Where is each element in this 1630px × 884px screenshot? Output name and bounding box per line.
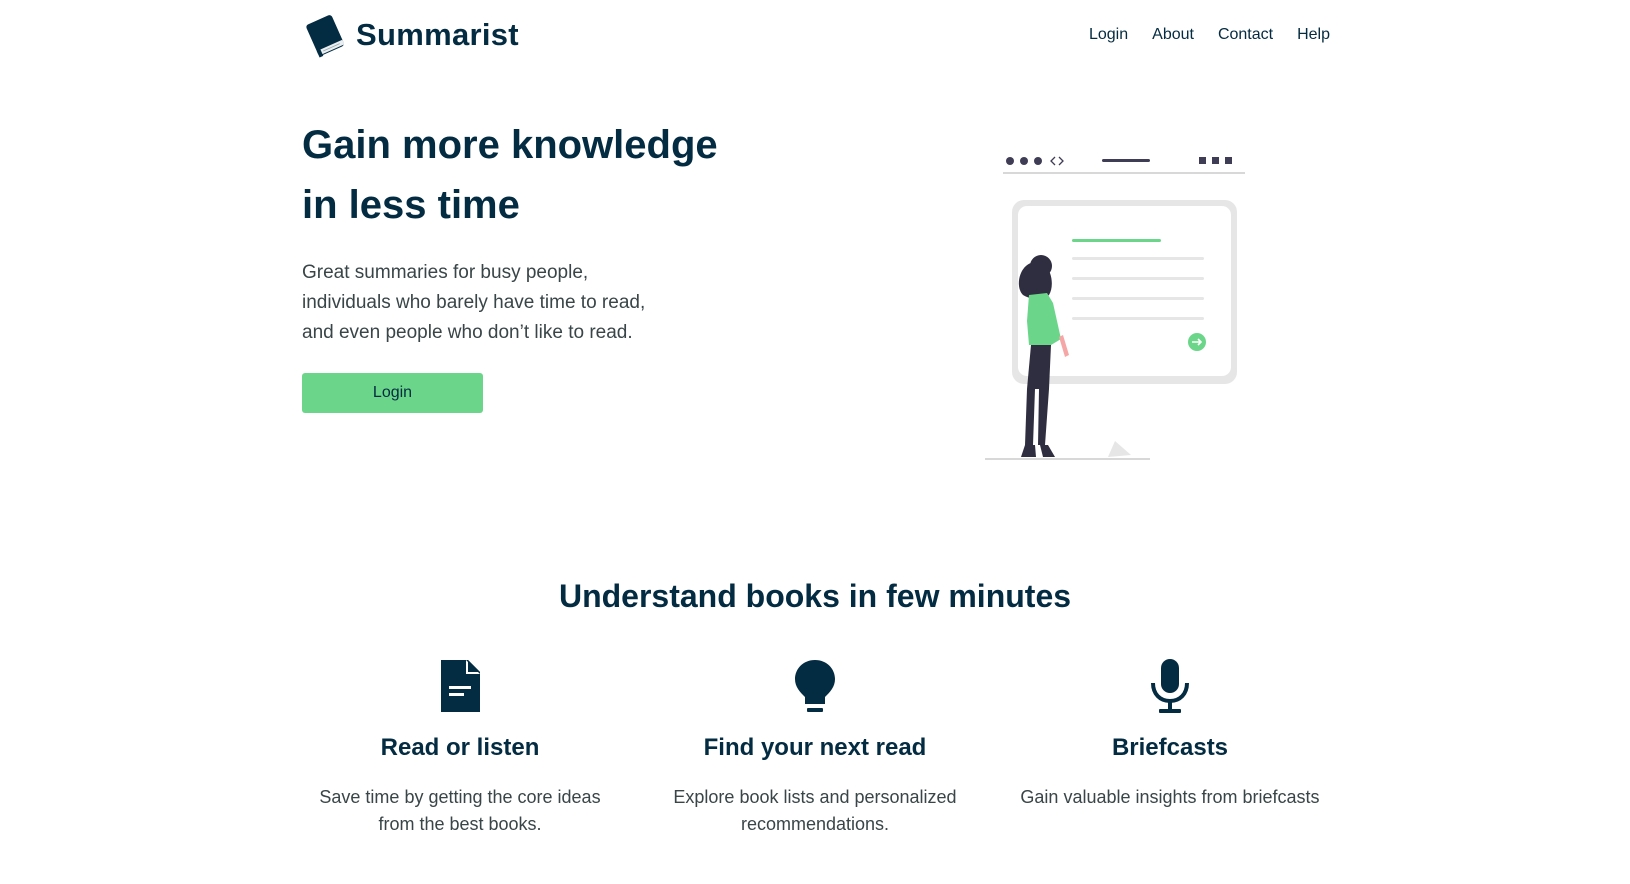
nav-help-link[interactable]: Help	[1297, 26, 1330, 44]
feature-find-next-read: Find your next read Explore book lists a…	[655, 656, 975, 838]
book-logo-icon	[306, 15, 345, 58]
document-icon	[441, 660, 480, 712]
logo[interactable]: Summarist	[302, 12, 519, 58]
microphone-icon	[1151, 659, 1189, 713]
lightbulb-icon	[795, 660, 835, 712]
hero-title-line-1: Gain more knowledge	[302, 123, 718, 167]
hero-title-line-2: in less time	[302, 183, 520, 227]
feature-description-line-1: Explore book lists and personalized	[673, 787, 957, 807]
feature-description: Save time by getting the core ideas from…	[300, 784, 620, 838]
nav-links: Login About Contact Help	[1089, 26, 1330, 44]
feature-description: Gain valuable insights from briefcasts	[1010, 784, 1330, 811]
hero-login-button[interactable]: Login	[302, 373, 483, 413]
landing-page: Summarist Login About Contact Help Gain …	[0, 0, 1630, 884]
features-heading: Understand books in few minutes	[558, 578, 1072, 614]
feature-title: Read or listen	[380, 734, 540, 761]
feature-description: Explore book lists and personalized reco…	[655, 784, 975, 838]
feature-title: Briefcasts	[1111, 734, 1229, 761]
hero-subtitle: Great summaries for busy people, individ…	[302, 258, 702, 348]
nav-contact-link[interactable]: Contact	[1218, 26, 1273, 44]
feature-description-line-1: Save time by getting the core ideas	[319, 787, 601, 807]
feature-description-line-1: Gain valuable insights from briefcasts	[1020, 787, 1320, 807]
hero-subtitle-line-1: Great summaries for busy people,	[302, 262, 589, 283]
nav-about-link[interactable]: About	[1152, 26, 1194, 44]
nav-login-link[interactable]: Login	[1089, 26, 1128, 44]
feature-read-or-listen: Read or listen Save time by getting the …	[300, 656, 620, 838]
feature-title: Find your next read	[703, 734, 927, 761]
feature-description-line-2: from the best books.	[378, 814, 542, 834]
top-nav: Summarist Login About Contact Help	[302, 10, 1330, 60]
hero-subtitle-line-3: and even people who don’t like to read.	[302, 322, 633, 343]
logo-text: Summarist	[356, 17, 519, 52]
feature-description-line-2: recommendations.	[740, 814, 890, 834]
hero-subtitle-line-2: individuals who barely have time to read…	[302, 292, 646, 313]
hero-title: Gain more knowledge in less time	[302, 115, 782, 235]
feature-briefcasts: Briefcasts Gain valuable insights from b…	[1010, 656, 1330, 811]
hero-illustration	[985, 156, 1245, 460]
